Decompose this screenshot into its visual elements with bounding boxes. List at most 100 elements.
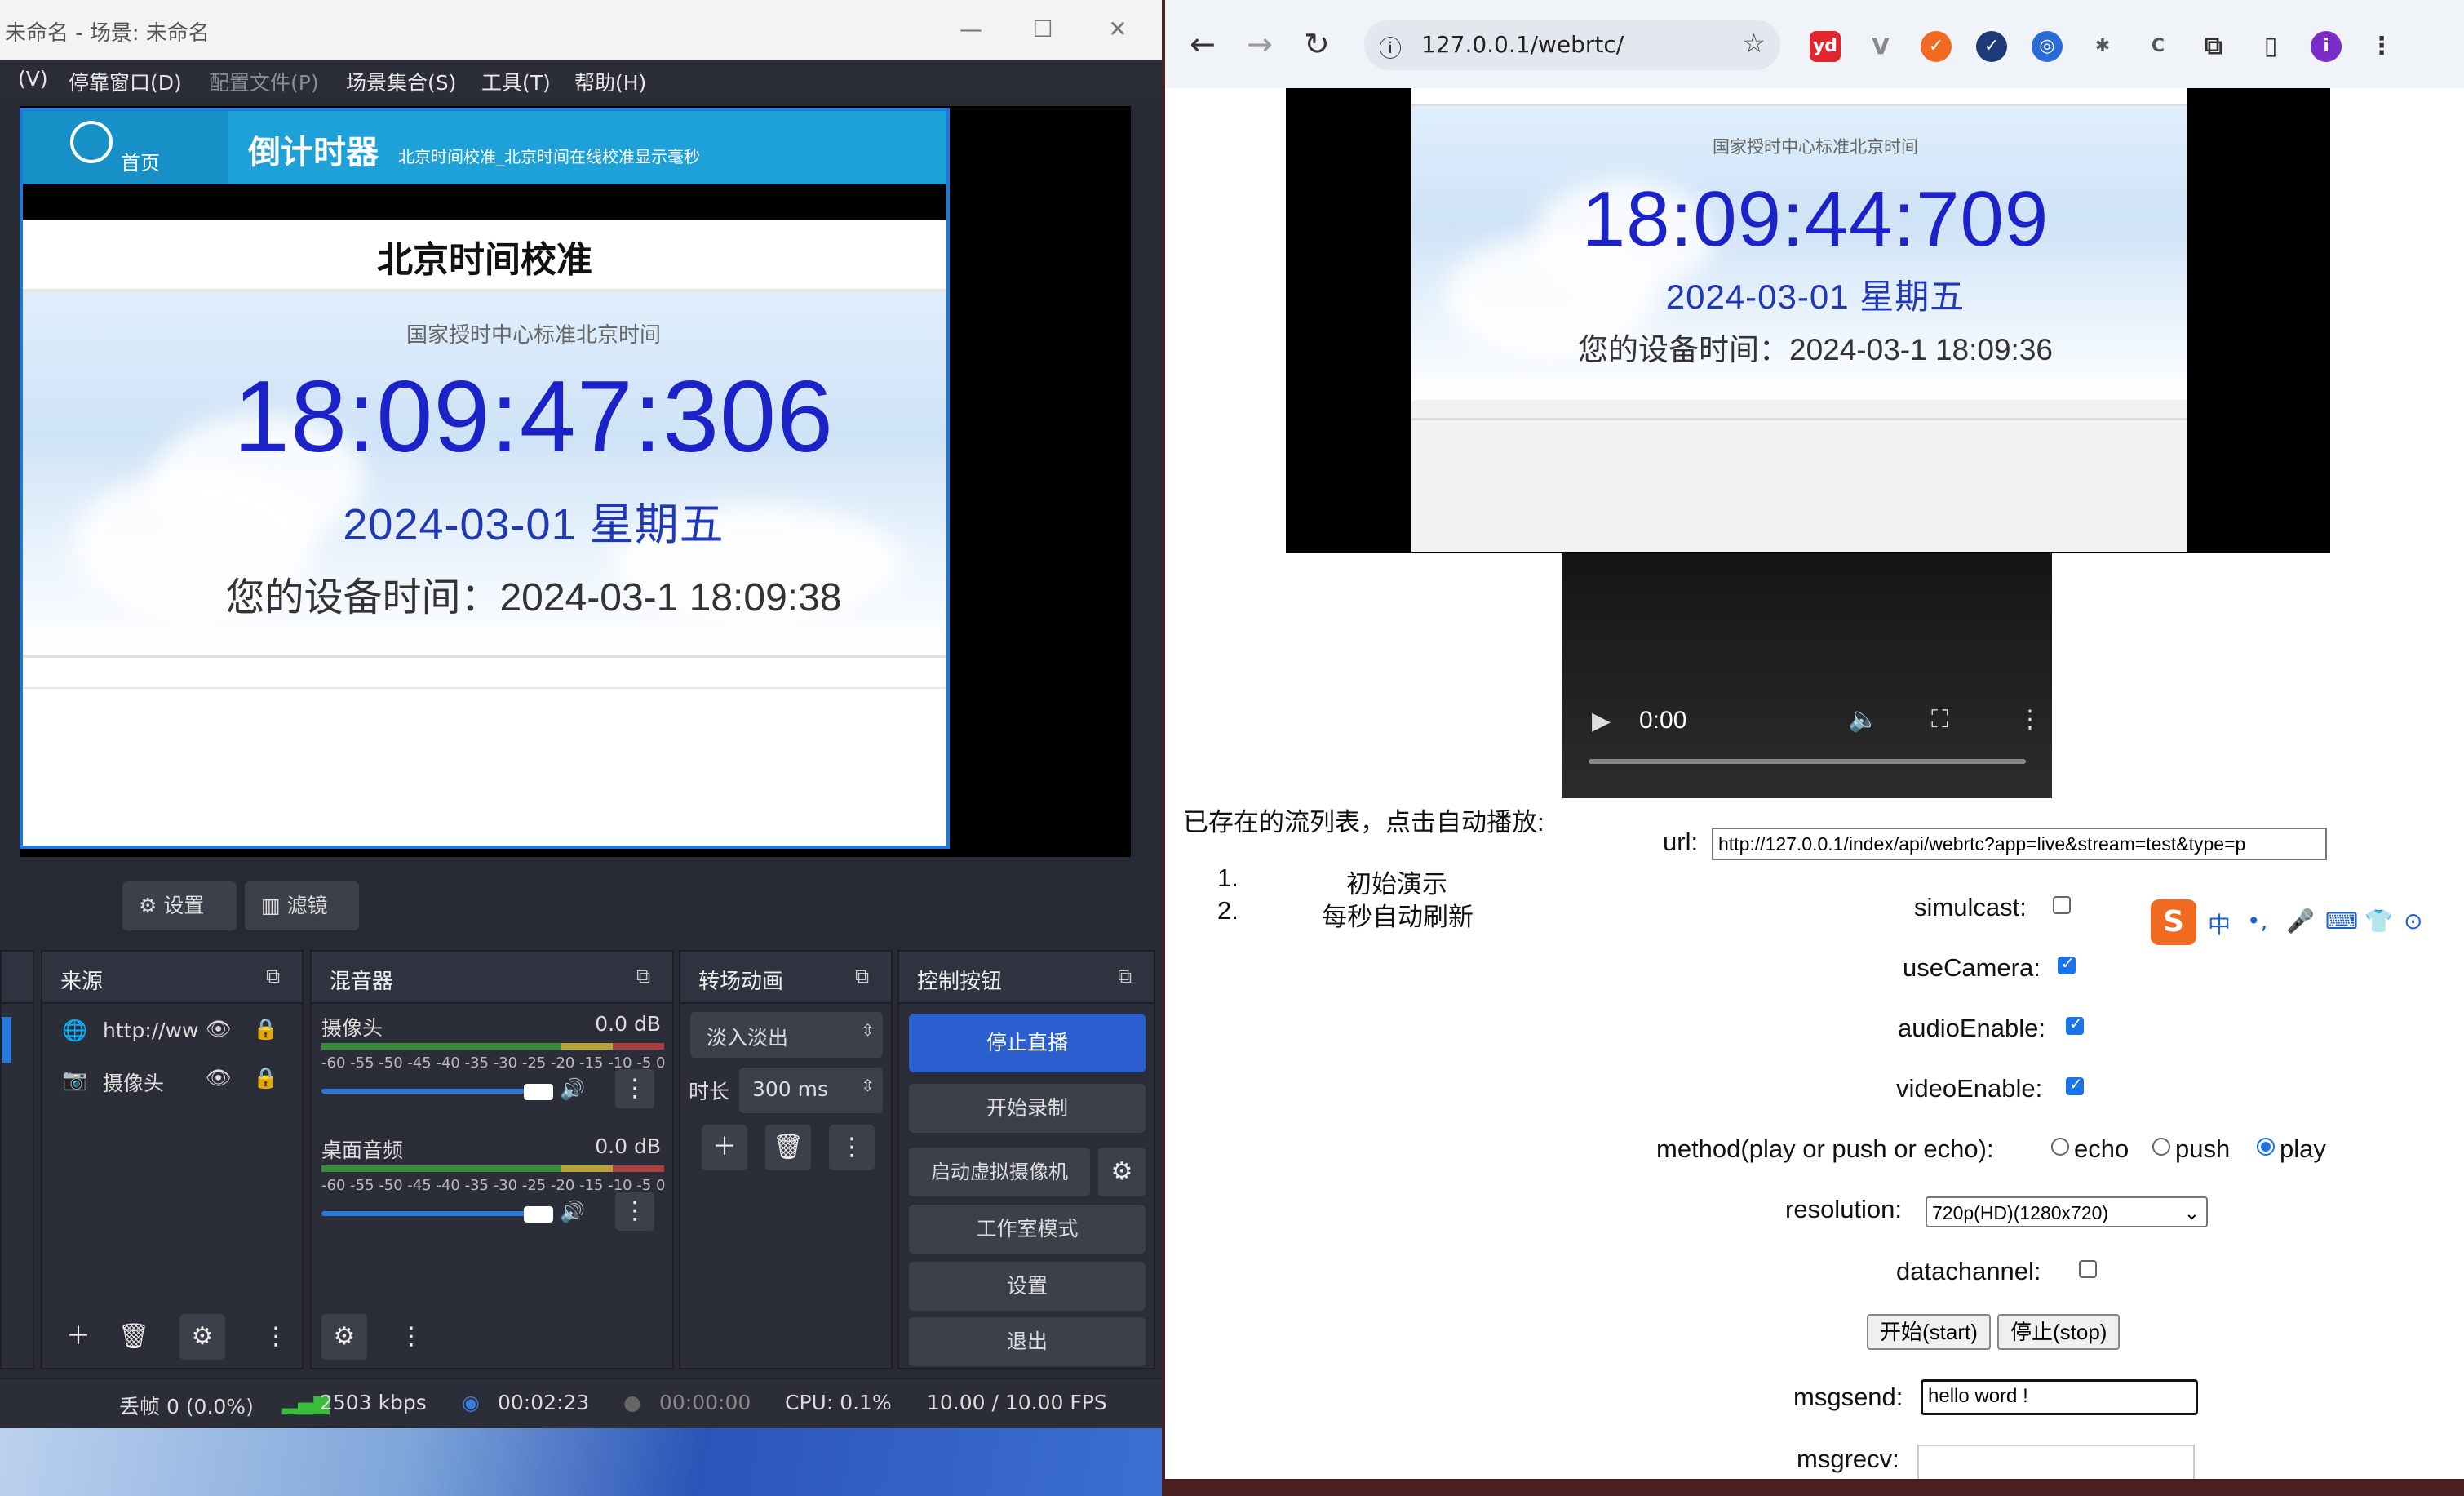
usecamera-checkbox[interactable] [2058, 953, 2076, 974]
msgrecv-textarea[interactable] [1917, 1445, 2195, 1479]
more-options-icon[interactable]: ⋮ [615, 1069, 654, 1108]
minimize-button[interactable]: — [953, 11, 989, 47]
address-bar[interactable]: ⓘ 127.0.0.1/webrtc/ ☆ [1364, 20, 1780, 70]
home-link[interactable]: 首页 [121, 147, 160, 175]
radio-play[interactable] [2257, 1138, 2275, 1156]
resolution-select[interactable]: 720p(HD)(1280x720) ⌄ [1926, 1196, 2208, 1227]
volume-knob[interactable] [524, 1084, 553, 1100]
more-options-icon[interactable]: ⋮ [253, 1314, 299, 1360]
v-extension-icon[interactable]: V [1865, 31, 1896, 62]
radio-echo[interactable] [2051, 1138, 2069, 1156]
skin-icon[interactable]: 👕 [2364, 908, 2393, 934]
settings-button[interactable]: 设置 [909, 1262, 1146, 1311]
volume-knob[interactable] [524, 1206, 553, 1223]
remote-video[interactable]: 国家授时中心标准北京时间 18:09:44:709 2024-03-01 星期五… [1286, 88, 2330, 553]
start-button[interactable]: 开始(start) [1867, 1314, 1991, 1350]
eye-icon[interactable]: 👁 [206, 1066, 232, 1090]
fullscreen-icon[interactable]: ⛶ [1931, 705, 1948, 734]
keyboard-icon[interactable]: ⌨ [2325, 908, 2358, 934]
side-panel-icon[interactable]: ▯ [2255, 31, 2286, 62]
lock-icon[interactable]: 🔒 [253, 1066, 278, 1090]
undock-icon[interactable]: ⧉ [855, 965, 880, 988]
punctuation-icon[interactable]: •, [2247, 908, 2267, 934]
checkmark-extension-icon[interactable]: ✓ [1976, 31, 2007, 62]
msgsend-input[interactable]: hello word ! [1921, 1379, 2198, 1415]
clock-panel: 国家授时中心标准北京时间 18:09:47:306 2024-03-01 星期五… [23, 292, 946, 651]
remove-source-button[interactable]: 🗑 [111, 1314, 157, 1360]
duration-spinbox[interactable]: 300 ms ⇳ [739, 1068, 883, 1113]
c-extension-icon[interactable]: C [2143, 31, 2174, 62]
menu-docks[interactable]: 停靠窗口(D) [69, 67, 182, 96]
more-options-icon[interactable]: ⋮ [615, 1192, 654, 1231]
source-settings-button[interactable]: ⚙ 设置 [122, 881, 237, 930]
back-icon[interactable]: ← [1190, 26, 1216, 62]
stream-link-1[interactable]: 初始演示 [1346, 863, 1447, 900]
eye-icon[interactable]: 👁 [206, 1017, 232, 1041]
blue-extension-icon[interactable]: ◎ [2032, 31, 2063, 62]
remove-transition-button[interactable]: 🗑 [765, 1125, 811, 1170]
ime-lang[interactable]: 中 [2208, 908, 2231, 940]
menu-scene-collection[interactable]: 场景集合(S) [346, 67, 456, 96]
add-transition-button[interactable]: ＋ [702, 1125, 747, 1170]
browser-source-preview[interactable]: 首页 倒计时器 北京时间校准_北京时间在线校准显示毫秒 北京时间校准 国家授时中… [20, 108, 950, 849]
speaker-icon[interactable]: 🔊 [560, 1200, 585, 1224]
source-properties-button[interactable]: ⚙ [179, 1314, 225, 1360]
video-checkbox[interactable] [2066, 1074, 2084, 1095]
orange-extension-icon[interactable]: ✓ [1921, 31, 1952, 62]
datachannel-checkbox[interactable] [2079, 1260, 2097, 1278]
toolbox-icon[interactable]: ⊙ [2404, 908, 2422, 934]
source-item[interactable]: 🌐 http://ww 👁 🔒 [42, 1009, 302, 1054]
virtual-camera-button[interactable]: 启动虚拟摄像机 [909, 1148, 1090, 1196]
radio-push[interactable] [2152, 1138, 2170, 1156]
menu-help[interactable]: 帮助(H) [574, 67, 646, 96]
undock-icon[interactable]: ⧉ [1118, 965, 1142, 988]
bug-extension-icon[interactable]: ✱ [2087, 31, 2118, 62]
source-filters-button[interactable]: ▥ 滤镜 [245, 881, 359, 930]
clock-time: 18:09:44:709 [1581, 175, 2050, 263]
stop-stream-button[interactable]: 停止直播 [909, 1014, 1146, 1072]
star-icon[interactable]: ☆ [1742, 28, 1766, 59]
info-icon[interactable]: ⓘ [1379, 31, 1402, 64]
undock-icon[interactable]: ⧉ [266, 965, 290, 988]
sogou-logo-icon[interactable]: S [2151, 899, 2196, 945]
source-item[interactable]: 📷 摄像头 👁 🔒 [42, 1058, 302, 1103]
studio-mode-button[interactable]: 工作室模式 [909, 1205, 1146, 1254]
microphone-icon[interactable]: 🎤 [2286, 908, 2315, 934]
gear-icon[interactable]: ⚙ [1098, 1148, 1146, 1196]
seek-bar[interactable] [1589, 759, 2026, 764]
volume-slider[interactable] [321, 1211, 551, 1216]
volume-slider[interactable] [321, 1089, 551, 1094]
menu-profile[interactable]: 配置文件(P) [209, 67, 319, 96]
undock-icon[interactable]: ⧉ [636, 965, 661, 988]
extensions-puzzle-icon[interactable]: ⧉ [2198, 31, 2229, 62]
stream-link-2[interactable]: 每秒自动刷新 [1322, 896, 1474, 933]
profile-avatar[interactable]: i [2311, 31, 2342, 62]
simulcast-checkbox[interactable] [2053, 896, 2071, 914]
menu-tools[interactable]: 工具(T) [481, 67, 551, 96]
transition-select[interactable]: 淡入淡出 ⇳ [690, 1012, 883, 1058]
close-button[interactable]: ✕ [1100, 11, 1136, 47]
more-options-icon[interactable]: ⋮ [2018, 705, 2042, 734]
maximize-button[interactable]: ☐ [1025, 11, 1061, 47]
audio-checkbox[interactable] [2066, 1014, 2084, 1035]
more-options-icon[interactable]: ⋮ [388, 1314, 434, 1360]
local-video-player[interactable]: ▶ 0:00 🔈 ⛶ ⋮ [1562, 553, 2052, 798]
play-icon[interactable]: ▶ [1592, 707, 1611, 735]
forward-icon[interactable]: → [1247, 26, 1273, 62]
menu-view[interactable]: (V) [18, 67, 48, 91]
url-input[interactable]: http://127.0.0.1/index/api/webrtc?app=li… [1712, 828, 2327, 860]
volume-icon[interactable]: 🔈 [1848, 705, 1878, 734]
stepper-icon[interactable]: ⇳ [861, 1076, 875, 1095]
youdao-extension-icon[interactable]: yd [1810, 31, 1841, 62]
exit-button[interactable]: 退出 [909, 1317, 1146, 1366]
add-source-button[interactable]: ＋ [55, 1314, 101, 1360]
window-title: 未命名 - 场景: 未命名 [5, 21, 210, 46]
reload-icon[interactable]: ↻ [1304, 26, 1330, 62]
speaker-icon[interactable]: 🔊 [560, 1077, 585, 1102]
start-record-button[interactable]: 开始录制 [909, 1084, 1146, 1133]
more-options-icon[interactable]: ⋮ [829, 1125, 875, 1170]
mixer-settings-button[interactable]: ⚙ [321, 1314, 367, 1360]
stop-button[interactable]: 停止(stop) [1997, 1314, 2121, 1350]
more-menu-icon[interactable]: ⋮ [2366, 31, 2397, 62]
lock-icon[interactable]: 🔒 [253, 1017, 278, 1041]
